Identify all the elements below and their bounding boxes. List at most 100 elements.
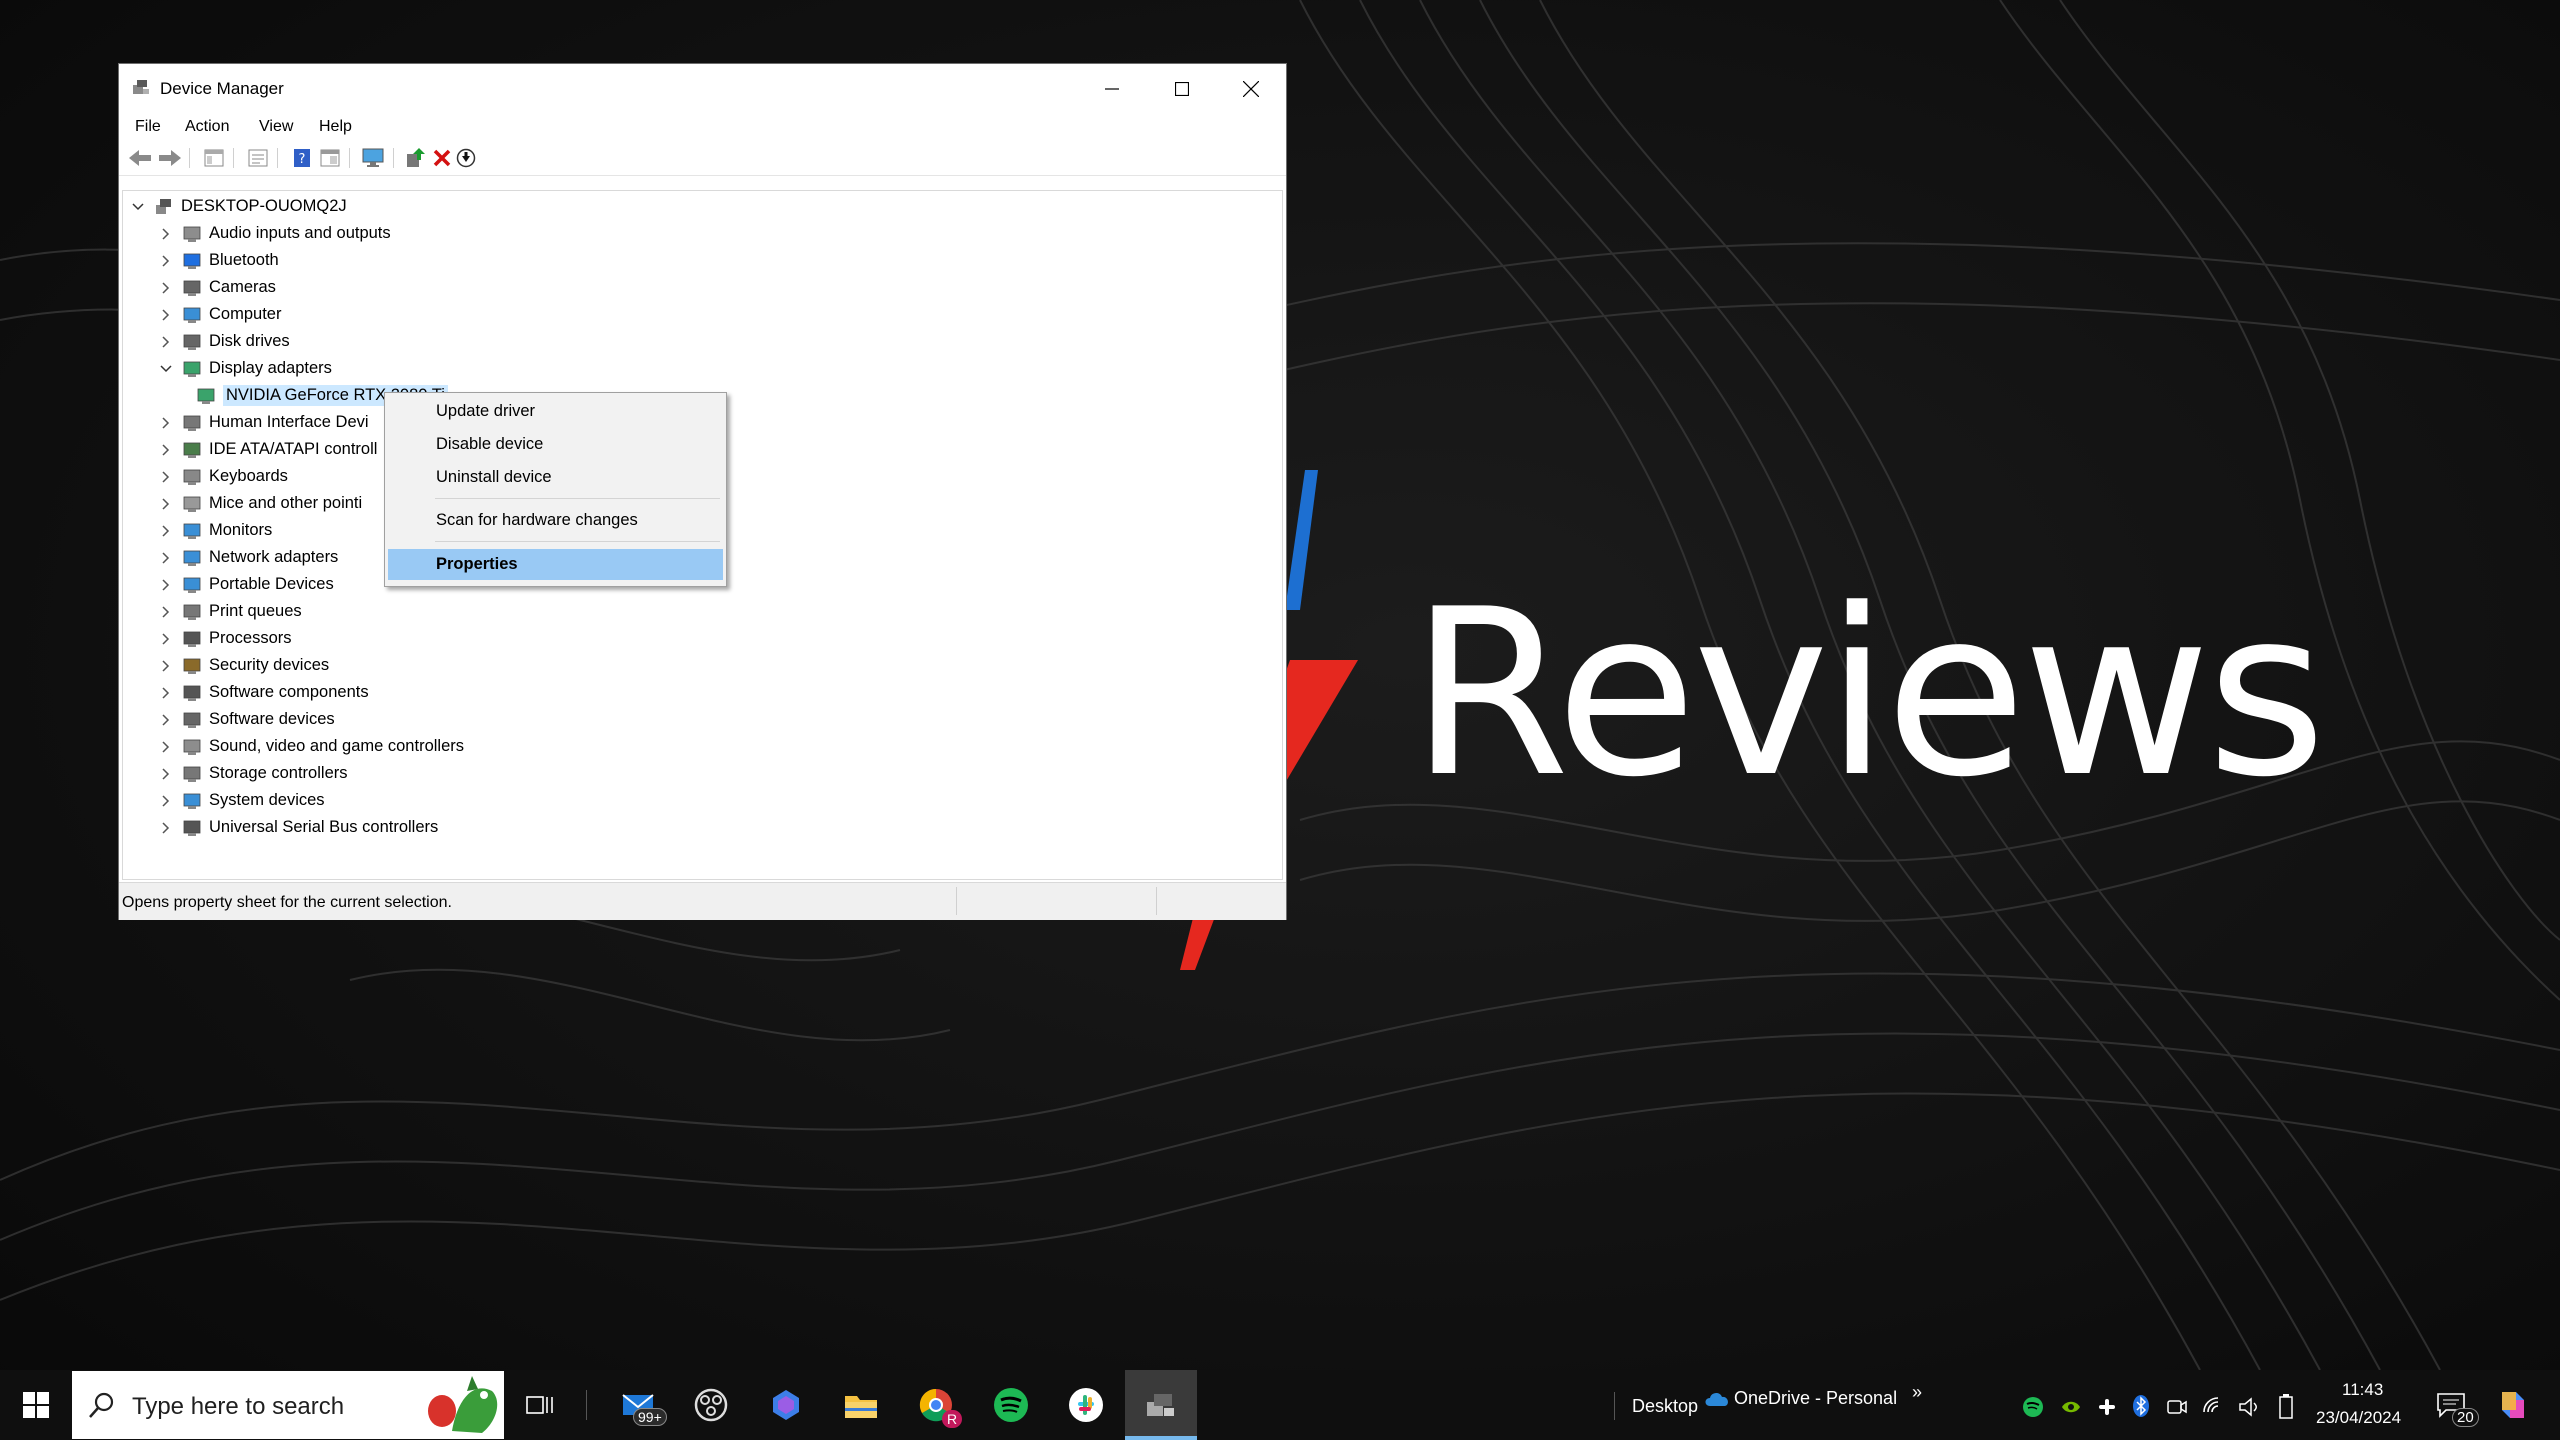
scan-hardware-button[interactable] <box>361 146 387 170</box>
tree-category-item[interactable]: Mice and other pointi <box>159 490 362 517</box>
close-button[interactable] <box>1216 64 1286 113</box>
wifi-icon[interactable] <box>2202 1396 2224 1418</box>
start-button[interactable] <box>0 1370 72 1440</box>
chevron-right-icon[interactable] <box>159 605 173 619</box>
chevron-right-icon[interactable] <box>159 470 173 484</box>
update-driver-button[interactable] <box>403 146 429 170</box>
chevron-right-icon[interactable] <box>159 767 173 781</box>
maximize-button[interactable] <box>1147 64 1217 113</box>
chevron-right-icon[interactable] <box>159 227 173 241</box>
tree-category-item[interactable]: Print queues <box>159 598 302 625</box>
clock-time[interactable]: 11:43 <box>2342 1380 2383 1400</box>
tree-category-item[interactable]: Display adapters <box>159 355 332 382</box>
menu-uninstall-device[interactable]: Uninstall device <box>388 462 723 493</box>
tree-category-item[interactable]: Sound, video and game controllers <box>159 733 464 760</box>
help-button[interactable]: ? <box>289 146 315 170</box>
tree-category-item[interactable]: IDE ATA/ATAPI controll <box>159 436 377 463</box>
back-button[interactable] <box>127 146 153 170</box>
menu-help[interactable]: Help <box>319 118 352 136</box>
tree-root[interactable]: DESKTOP-OUOMQ2J <box>131 193 347 220</box>
windows-logo-icon <box>23 1392 49 1418</box>
toolbar-overflow-chevron-icon[interactable]: » <box>1912 1382 1922 1403</box>
tree-category-item[interactable]: Storage controllers <box>159 760 348 787</box>
meet-now-icon[interactable] <box>2166 1396 2188 1418</box>
chevron-right-icon[interactable] <box>159 416 173 430</box>
battery-icon[interactable] <box>2278 1394 2294 1420</box>
chevron-right-icon[interactable] <box>159 713 173 727</box>
menu-view[interactable]: View <box>259 118 293 136</box>
chevron-down-icon[interactable] <box>159 362 173 376</box>
close-icon <box>1243 80 1259 97</box>
download-button[interactable] <box>453 146 479 170</box>
tree-category-item[interactable]: Disk drives <box>159 328 290 355</box>
tree-category-item[interactable]: Monitors <box>159 517 272 544</box>
chevron-right-icon[interactable] <box>159 659 173 673</box>
disk-icon <box>181 331 203 353</box>
menu-disable-device[interactable]: Disable device <box>388 429 723 460</box>
menu-update-driver[interactable]: Update driver <box>388 396 723 427</box>
forward-button[interactable] <box>157 146 183 170</box>
nvidia-tray-icon[interactable] <box>2060 1396 2082 1418</box>
menu-file[interactable]: File <box>135 118 161 136</box>
tree-category-item[interactable]: Computer <box>159 301 281 328</box>
slack-tray-icon[interactable] <box>2096 1396 2118 1418</box>
menu-action[interactable]: Action <box>185 118 229 136</box>
chrome-app[interactable]: R <box>900 1370 972 1440</box>
properties-button[interactable] <box>245 146 271 170</box>
chevron-right-icon[interactable] <box>159 551 173 565</box>
forward-icon <box>159 150 181 166</box>
chevron-right-icon[interactable] <box>159 686 173 700</box>
chevron-right-icon[interactable] <box>159 524 173 538</box>
mail-app[interactable]: 99+ <box>603 1370 675 1440</box>
clock-date[interactable]: 23/04/2024 <box>2316 1408 2401 1428</box>
file-explorer-app[interactable] <box>825 1370 897 1440</box>
tree-category-item[interactable]: Security devices <box>159 652 329 679</box>
uninstall-button[interactable] <box>429 146 455 170</box>
spotify-app[interactable] <box>975 1370 1047 1440</box>
tree-category-item[interactable]: Software devices <box>159 706 335 733</box>
tree-category-item[interactable]: Audio inputs and outputs <box>159 220 391 247</box>
tree-category-item[interactable]: Processors <box>159 625 292 652</box>
chevron-down-icon[interactable] <box>131 200 145 214</box>
menu-scan-hardware[interactable]: Scan for hardware changes <box>388 505 723 536</box>
chevron-right-icon[interactable] <box>159 740 173 754</box>
device-manager-taskbar-app[interactable] <box>1125 1370 1197 1440</box>
tree-category-item[interactable]: Bluetooth <box>159 247 279 274</box>
chevron-right-icon[interactable] <box>159 254 173 268</box>
chevron-right-icon[interactable] <box>159 497 173 511</box>
tree-category-item[interactable]: Human Interface Devi <box>159 409 369 436</box>
chevron-right-icon[interactable] <box>159 308 173 322</box>
onedrive-label[interactable]: OneDrive - Personal <box>1734 1388 1897 1409</box>
tree-item-label: Human Interface Devi <box>209 413 369 431</box>
bluetooth-tray-icon[interactable] <box>2132 1394 2150 1418</box>
tree-category-item[interactable]: Network adapters <box>159 544 338 571</box>
chevron-right-icon[interactable] <box>159 821 173 835</box>
show-hide-tree-button[interactable] <box>201 146 227 170</box>
spotify-tray-icon[interactable] <box>2022 1396 2044 1418</box>
chevron-right-icon[interactable] <box>159 443 173 457</box>
obs-app[interactable] <box>675 1370 747 1440</box>
title-bar[interactable]: Device Manager <box>119 64 1286 113</box>
desktop-toolbar-label[interactable]: Desktop <box>1632 1396 1698 1417</box>
chevron-right-icon[interactable] <box>159 335 173 349</box>
tree-category-item[interactable]: Universal Serial Bus controllers <box>159 814 438 841</box>
taskbar-search[interactable]: Type here to search <box>72 1371 504 1439</box>
chevron-right-icon[interactable] <box>159 632 173 646</box>
copilot-tray-icon[interactable] <box>2496 1388 2530 1422</box>
minimize-button[interactable] <box>1077 64 1147 113</box>
tree-category-item[interactable]: Cameras <box>159 274 276 301</box>
tree-category-item[interactable]: Keyboards <box>159 463 288 490</box>
onedrive-icon[interactable] <box>1704 1390 1730 1408</box>
tree-category-item[interactable]: Software components <box>159 679 369 706</box>
slack-app[interactable] <box>1050 1370 1122 1440</box>
task-view-button[interactable] <box>504 1370 576 1440</box>
tree-category-item[interactable]: Portable Devices <box>159 571 334 598</box>
menu-properties[interactable]: Properties <box>388 549 723 580</box>
volume-icon[interactable] <box>2238 1396 2262 1418</box>
chevron-right-icon[interactable] <box>159 794 173 808</box>
chevron-right-icon[interactable] <box>159 281 173 295</box>
chevron-right-icon[interactable] <box>159 578 173 592</box>
view-button[interactable] <box>317 146 343 170</box>
tree-category-item[interactable]: System devices <box>159 787 325 814</box>
copilot-app[interactable] <box>750 1370 822 1440</box>
